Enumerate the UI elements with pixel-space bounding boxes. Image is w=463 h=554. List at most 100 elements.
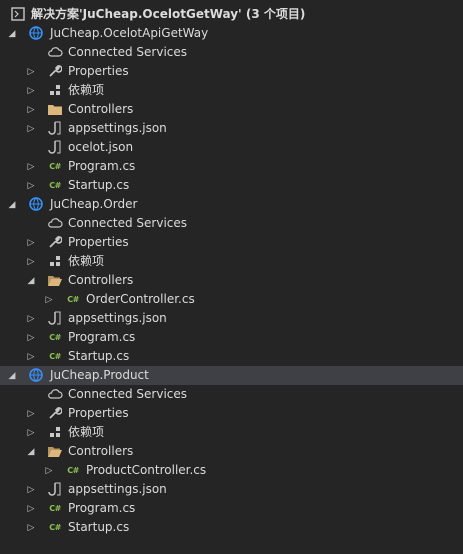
- dependencies-icon: [47, 424, 63, 440]
- tree-row-connected-services[interactable]: Connected Services: [0, 385, 463, 404]
- tree-item-label: ocelot.json: [68, 140, 134, 154]
- expand-arrow-icon[interactable]: ▷: [25, 499, 37, 518]
- tree-row-controllers-folder[interactable]: ◢ Controllers: [0, 442, 463, 461]
- tree-item-label: Properties: [68, 64, 129, 78]
- expand-arrow-icon[interactable]: ▷: [25, 480, 37, 499]
- collapse-arrow-icon[interactable]: ◢: [25, 442, 37, 461]
- csharp-file-icon: C#: [49, 332, 61, 342]
- tree-row-project-ocelotapigetway[interactable]: ◢ JuCheap.OcelotApiGetWay: [0, 24, 463, 43]
- tree-item-label: 依赖项: [68, 83, 105, 97]
- wrench-icon: [47, 234, 63, 250]
- tree-row-connected-services[interactable]: Connected Services: [0, 43, 463, 62]
- tree-row-properties[interactable]: ▷ Properties: [0, 62, 463, 81]
- csharp-file-icon: C#: [67, 294, 79, 304]
- json-file-icon: [47, 139, 63, 155]
- tree-row-dependencies[interactable]: ▷ 依赖项: [0, 252, 463, 271]
- expand-arrow-icon[interactable]: ▷: [25, 328, 37, 347]
- tree-row-controllers-folder[interactable]: ▷ Controllers: [0, 100, 463, 119]
- tree-item-label: Controllers: [68, 444, 134, 458]
- expand-arrow-icon[interactable]: ▷: [43, 461, 55, 480]
- dependencies-icon: [47, 253, 63, 269]
- solution-label: 解决方案'JuCheap.OcelotGetWay' (3 个项目): [31, 7, 306, 21]
- tree-item-label: Startup.cs: [68, 178, 130, 192]
- collapse-arrow-icon[interactable]: ◢: [6, 24, 18, 43]
- expand-arrow-icon[interactable]: ▷: [25, 518, 37, 537]
- csharp-file-icon: C#: [49, 180, 61, 190]
- tree-row-connected-services[interactable]: Connected Services: [0, 214, 463, 233]
- csharp-file-icon: C#: [49, 503, 61, 513]
- expand-arrow-icon[interactable]: ▷: [25, 119, 37, 138]
- expand-arrow-icon[interactable]: ▷: [25, 423, 37, 442]
- tree-row-order-controller[interactable]: ▷ C# OrderController.cs: [0, 290, 463, 309]
- csharp-file-icon: C#: [49, 161, 61, 171]
- expand-arrow-icon[interactable]: ▷: [25, 100, 37, 119]
- tree-item-label: ProductController.cs: [86, 463, 207, 477]
- csharp-file-icon: C#: [49, 522, 61, 532]
- tree-row-program-cs[interactable]: ▷ C# Program.cs: [0, 499, 463, 518]
- tree-row-solution[interactable]: 解决方案'JuCheap.OcelotGetWay' (3 个项目): [0, 5, 463, 24]
- tree-item-label: 依赖项: [68, 425, 105, 439]
- expand-arrow-icon[interactable]: ▷: [25, 233, 37, 252]
- tree-row-appsettings[interactable]: ▷ appsettings.json: [0, 480, 463, 499]
- collapse-arrow-icon[interactable]: ◢: [6, 366, 18, 385]
- tree-item-label: OrderController.cs: [86, 292, 195, 306]
- tree-item-label: Controllers: [68, 102, 134, 116]
- project-label: JuCheap.Order: [50, 197, 138, 211]
- wrench-icon: [47, 405, 63, 421]
- expand-arrow-icon[interactable]: ▷: [25, 309, 37, 328]
- expand-arrow-icon[interactable]: ▷: [25, 62, 37, 81]
- csharp-file-icon: C#: [67, 465, 79, 475]
- tree-item-label: appsettings.json: [68, 482, 167, 496]
- tree-item-label: Program.cs: [68, 501, 136, 515]
- tree-row-program-cs[interactable]: ▷ C# Program.cs: [0, 328, 463, 347]
- tree-item-label: Connected Services: [68, 216, 188, 230]
- tree-item-label: appsettings.json: [68, 121, 167, 135]
- expand-arrow-icon[interactable]: ▷: [25, 176, 37, 195]
- tree-row-startup-cs[interactable]: ▷ C# Startup.cs: [0, 518, 463, 537]
- tree-row-project-product[interactable]: ◢ JuCheap.Product: [0, 366, 463, 385]
- tree-row-dependencies[interactable]: ▷ 依赖项: [0, 81, 463, 100]
- tree-row-appsettings[interactable]: ▷ appsettings.json: [0, 309, 463, 328]
- tree-row-controllers-folder[interactable]: ◢ Controllers: [0, 271, 463, 290]
- tree-row-startup-cs[interactable]: ▷ C# Startup.cs: [0, 347, 463, 366]
- expand-arrow-icon[interactable]: ▷: [25, 157, 37, 176]
- tree-item-label: Controllers: [68, 273, 134, 287]
- tree-row-dependencies[interactable]: ▷ 依赖项: [0, 423, 463, 442]
- project-label: JuCheap.OcelotApiGetWay: [50, 26, 209, 40]
- expand-arrow-icon[interactable]: ▷: [25, 252, 37, 271]
- collapse-arrow-icon[interactable]: ◢: [6, 195, 18, 214]
- folder-icon: [47, 101, 63, 117]
- tree-item-label: Startup.cs: [68, 520, 130, 534]
- expand-arrow-icon[interactable]: ▷: [25, 347, 37, 366]
- solution-icon: [10, 6, 26, 22]
- web-project-icon: [28, 25, 44, 41]
- json-file-icon: [47, 310, 63, 326]
- tree-row-program-cs[interactable]: ▷ C# Program.cs: [0, 157, 463, 176]
- tree-row-startup-cs[interactable]: ▷ C# Startup.cs: [0, 176, 463, 195]
- collapse-arrow-icon[interactable]: ◢: [25, 271, 37, 290]
- expand-arrow-icon[interactable]: ▷: [25, 81, 37, 100]
- dependencies-icon: [47, 82, 63, 98]
- csharp-file-icon: C#: [49, 351, 61, 361]
- expand-arrow-icon[interactable]: ▷: [43, 290, 55, 309]
- expand-arrow-icon[interactable]: ▷: [25, 404, 37, 423]
- solution-explorer-tree: 解决方案'JuCheap.OcelotGetWay' (3 个项目) ◢ JuC…: [0, 0, 463, 554]
- tree-item-label: 依赖项: [68, 254, 105, 268]
- tree-item-label: Program.cs: [68, 159, 136, 173]
- tree-item-label: Connected Services: [68, 45, 188, 59]
- tree-row-properties[interactable]: ▷ Properties: [0, 404, 463, 423]
- tree-row-appsettings[interactable]: ▷ appsettings.json: [0, 119, 463, 138]
- project-label: JuCheap.Product: [50, 368, 149, 382]
- cloud-icon: [47, 44, 63, 60]
- tree-row-project-order[interactable]: ◢ JuCheap.Order: [0, 195, 463, 214]
- cloud-icon: [47, 386, 63, 402]
- json-file-icon: [47, 120, 63, 136]
- tree-item-label: appsettings.json: [68, 311, 167, 325]
- tree-item-label: Properties: [68, 235, 129, 249]
- tree-item-label: Properties: [68, 406, 129, 420]
- folder-open-icon: [47, 443, 63, 459]
- tree-row-product-controller[interactable]: ▷ C# ProductController.cs: [0, 461, 463, 480]
- tree-row-properties[interactable]: ▷ Properties: [0, 233, 463, 252]
- web-project-icon: [28, 196, 44, 212]
- tree-row-ocelot-json[interactable]: ocelot.json: [0, 138, 463, 157]
